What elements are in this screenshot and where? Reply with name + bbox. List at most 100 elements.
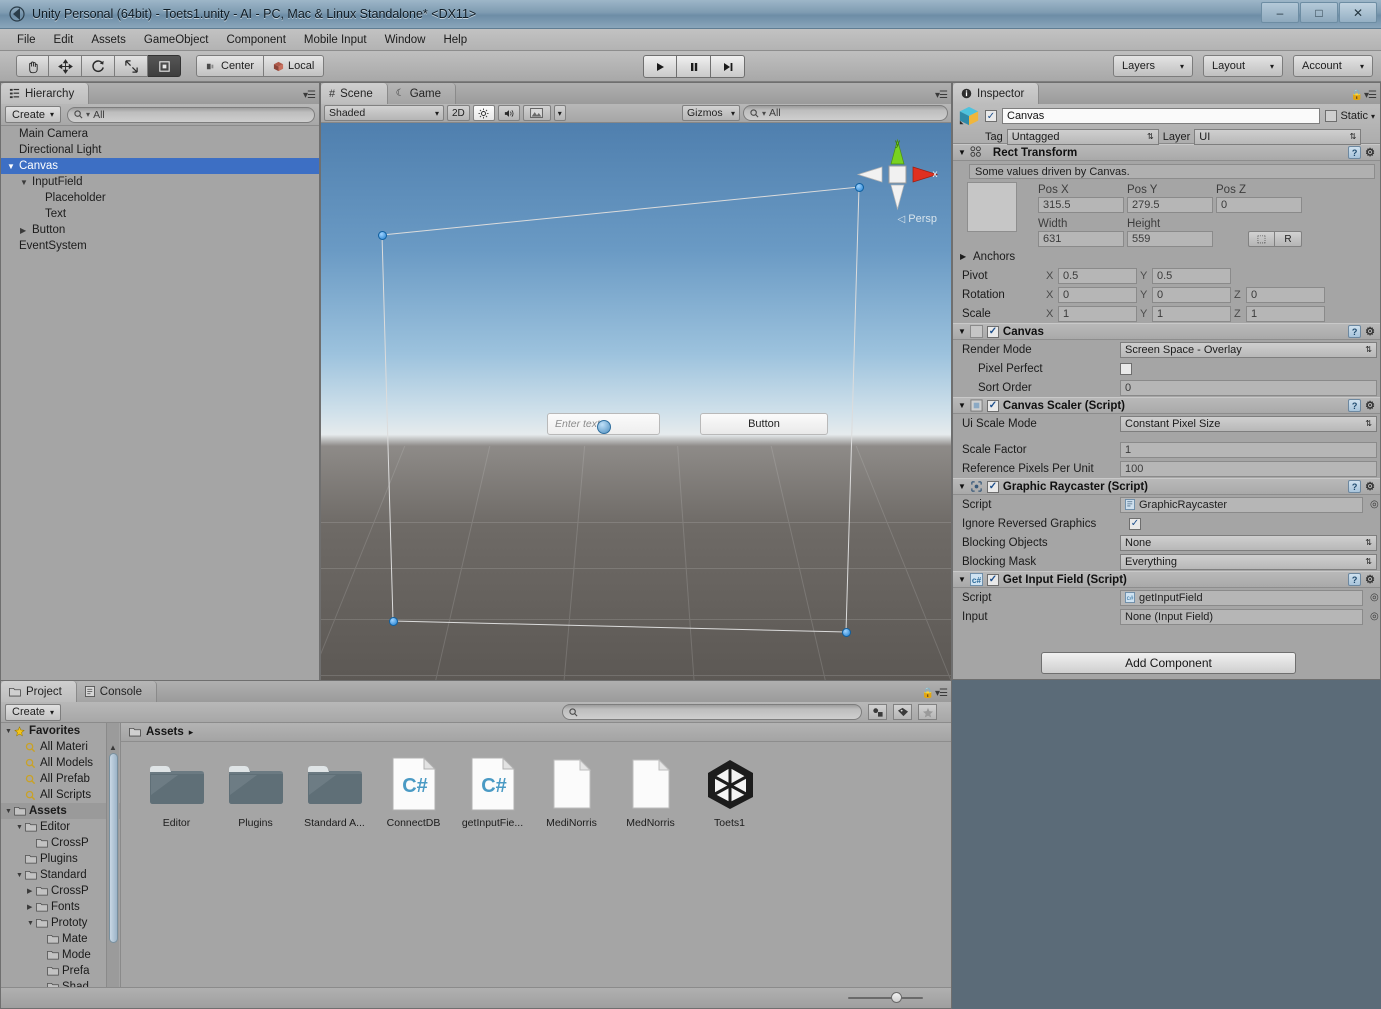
project-tree-item-all-materi[interactable]: All Materi xyxy=(1,739,120,755)
tab-console[interactable]: Console xyxy=(76,681,157,702)
inspector-panel-menu-icon[interactable]: 🔒 ▾☰ xyxy=(1351,90,1377,101)
move-tool-icon[interactable] xyxy=(49,55,82,77)
graphic-raycaster-enabled-checkbox[interactable]: ✓ xyxy=(986,480,999,493)
foldout-icon[interactable]: ▼ xyxy=(7,162,19,171)
reference-ppu-input[interactable]: 100 xyxy=(1120,460,1377,477)
scale-tool-icon[interactable] xyxy=(115,55,148,77)
rot-z-input[interactable]: 0 xyxy=(1246,286,1325,303)
gr-script-object-field[interactable]: GraphicRaycaster xyxy=(1120,496,1363,513)
scale-z-input[interactable]: 1 xyxy=(1246,305,1325,322)
tab-scene[interactable]: # Scene xyxy=(321,83,388,104)
project-tree-item-crossp[interactable]: CrossP xyxy=(1,835,120,851)
help-icon[interactable]: ? xyxy=(1348,399,1362,412)
anchors-row[interactable]: ▶ Anchors xyxy=(953,247,1380,266)
gear-icon[interactable]: ⚙ xyxy=(1365,325,1375,338)
rot-y-input[interactable]: 0 xyxy=(1152,286,1231,303)
layers-dropdown[interactable]: Layers ▾ xyxy=(1113,55,1193,77)
icon-size-slider[interactable] xyxy=(848,992,923,1003)
menu-mobile-input[interactable]: Mobile Input xyxy=(295,29,376,51)
project-tree-item-mate[interactable]: Mate xyxy=(1,931,120,947)
static-checkbox[interactable] xyxy=(1325,110,1338,122)
menu-assets[interactable]: Assets xyxy=(82,29,135,51)
foldout-icon[interactable]: ▼ xyxy=(958,148,966,157)
height-input[interactable]: 559 xyxy=(1127,231,1213,247)
rotate-tool-icon[interactable] xyxy=(82,55,115,77)
scene-audio-toggle[interactable] xyxy=(497,105,520,121)
project-tree-item-crossp[interactable]: ▶ CrossP xyxy=(1,883,120,899)
hierarchy-item-canvas[interactable]: ▼ Canvas xyxy=(1,158,319,174)
ui-scale-mode-dropdown[interactable]: Constant Pixel Size ⇅ xyxy=(1120,415,1377,432)
project-tree-item-prefa[interactable]: Prefa xyxy=(1,963,120,979)
filter-type-icon[interactable] xyxy=(868,704,887,720)
pixel-perfect-checkbox[interactable] xyxy=(1120,362,1132,375)
project-create-button[interactable]: Create ▾ xyxy=(5,703,62,721)
project-tree-item-assets[interactable]: ▼ Assets xyxy=(1,803,120,819)
foldout-icon[interactable]: ▶ xyxy=(20,226,32,235)
rot-x-input[interactable]: 0 xyxy=(1058,286,1137,303)
asset-item-connectdb[interactable]: C# ConnectDB xyxy=(376,756,451,829)
foldout-icon[interactable]: ▼ xyxy=(958,482,966,491)
object-picker-icon[interactable]: ◎ xyxy=(1370,499,1379,510)
layout-dropdown[interactable]: Layout ▾ xyxy=(1203,55,1283,77)
project-tree-item-favorites[interactable]: ▼ Favorites xyxy=(1,723,120,739)
blocking-mask-dropdown[interactable]: Everything ⇅ xyxy=(1120,553,1377,570)
gear-icon[interactable]: ⚙ xyxy=(1365,146,1375,159)
menu-gameobject[interactable]: GameObject xyxy=(135,29,218,51)
anchor-preset-box[interactable] xyxy=(967,182,1017,232)
gameobject-name-input[interactable]: Canvas xyxy=(1002,108,1321,124)
component-header-rect-transform[interactable]: ▼ Rect Transform ? ⚙ xyxy=(953,144,1380,161)
foldout-icon[interactable]: ▼ xyxy=(958,401,966,410)
close-button[interactable]: ✕ xyxy=(1339,2,1377,23)
project-tree-scroll-thumb[interactable] xyxy=(109,753,118,943)
blueprint-mode-button[interactable]: ⬚ xyxy=(1248,231,1275,247)
scene-shading-dropdown[interactable]: Shaded ▾ xyxy=(324,105,444,121)
project-tree-item-all-prefab[interactable]: All Prefab xyxy=(1,771,120,787)
pos-y-input[interactable]: 279.5 xyxy=(1127,197,1213,213)
foldout-icon[interactable]: ▼ xyxy=(5,808,14,815)
hierarchy-item-directional-light[interactable]: Directional Light xyxy=(1,142,319,158)
rect-handle-bottom-left[interactable] xyxy=(389,617,398,626)
gear-icon[interactable]: ⚙ xyxy=(1365,573,1375,586)
ignore-reversed-checkbox[interactable]: ✓ xyxy=(1129,517,1141,530)
canvas-enabled-checkbox[interactable]: ✓ xyxy=(986,325,999,338)
add-component-button[interactable]: Add Component xyxy=(1041,652,1296,674)
scene-lighting-toggle[interactable] xyxy=(472,105,495,121)
gif-script-object-field[interactable]: c# getInputField xyxy=(1120,589,1363,606)
asset-item-mednorris[interactable]: MedNorris xyxy=(613,756,688,829)
width-input[interactable]: 631 xyxy=(1038,231,1124,247)
input-field-anchor-handle[interactable] xyxy=(597,420,611,434)
menu-file[interactable]: File xyxy=(8,29,45,51)
gif-input-object-field[interactable]: None (Input Field) xyxy=(1120,608,1363,625)
render-mode-dropdown[interactable]: Screen Space - Overlay ⇅ xyxy=(1120,341,1377,358)
project-tree-item-all-models[interactable]: All Models xyxy=(1,755,120,771)
pivot-x-input[interactable]: 0.5 xyxy=(1058,267,1137,284)
foldout-icon[interactable]: ▼ xyxy=(958,575,966,584)
gameobject-active-checkbox[interactable]: ✓ xyxy=(985,110,997,122)
asset-item-plugins[interactable]: Plugins xyxy=(218,756,293,829)
hierarchy-item-placeholder[interactable]: Placeholder xyxy=(1,190,319,206)
menu-window[interactable]: Window xyxy=(376,29,435,51)
scale-x-input[interactable]: 1 xyxy=(1058,305,1137,322)
scene-panel-menu-icon[interactable]: ▾☰ xyxy=(935,90,948,101)
menu-help[interactable]: Help xyxy=(434,29,476,51)
hierarchy-create-button[interactable]: Create ▾ xyxy=(5,106,62,123)
menu-edit[interactable]: Edit xyxy=(45,29,83,51)
scene-2d-toggle[interactable]: 2D xyxy=(447,105,470,121)
tab-hierarchy[interactable]: Hierarchy xyxy=(1,83,90,104)
scroll-up-arrow-icon[interactable]: ▲ xyxy=(109,743,117,752)
help-icon[interactable]: ? xyxy=(1348,480,1362,493)
gear-icon[interactable]: ⚙ xyxy=(1365,480,1375,493)
project-tree-item-prototy[interactable]: ▼ Prototy xyxy=(1,915,120,931)
pivot-y-input[interactable]: 0.5 xyxy=(1152,267,1231,284)
pivot-local-button[interactable]: Local xyxy=(264,55,325,77)
foldout-icon[interactable]: ▼ xyxy=(20,178,32,187)
filter-favorite-icon[interactable] xyxy=(918,704,937,720)
maximize-button[interactable]: □ xyxy=(1300,2,1338,23)
component-header-canvas-scaler[interactable]: ▼ ✓ Canvas Scaler (Script) ? ⚙ xyxy=(953,397,1380,414)
hierarchy-search-input[interactable]: ▾ All xyxy=(67,106,315,123)
project-panel-menu-icon[interactable]: 🔒 ▾☰ xyxy=(922,688,948,699)
scale-y-input[interactable]: 1 xyxy=(1152,305,1231,322)
project-tree-item-fonts[interactable]: ▶ Fonts xyxy=(1,899,120,915)
foldout-icon[interactable]: ▼ xyxy=(958,327,966,336)
raw-edit-mode-button[interactable]: R xyxy=(1275,231,1302,247)
